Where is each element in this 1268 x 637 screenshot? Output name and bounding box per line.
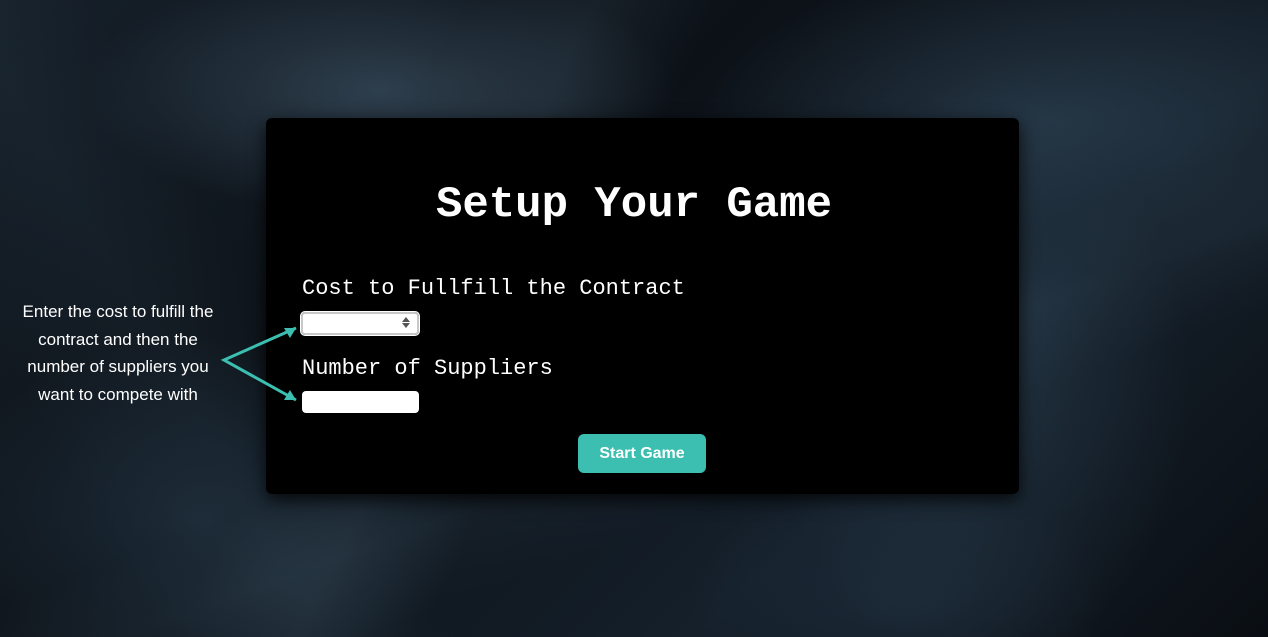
cost-label: Cost to Fullfill the Contract — [302, 276, 685, 301]
double-arrow-icon — [220, 326, 297, 402]
instruction-text: Enter the cost to fulfill the contract a… — [22, 302, 214, 404]
spinner-icon[interactable] — [401, 316, 411, 332]
suppliers-input[interactable] — [302, 391, 419, 413]
page-title: Setup Your Game — [435, 180, 833, 230]
spin-down-icon[interactable] — [402, 323, 410, 328]
spin-up-icon[interactable] — [402, 317, 410, 322]
cost-input[interactable] — [300, 311, 420, 336]
suppliers-label: Number of Suppliers — [302, 356, 553, 381]
start-game-button[interactable]: Start Game — [578, 434, 706, 473]
